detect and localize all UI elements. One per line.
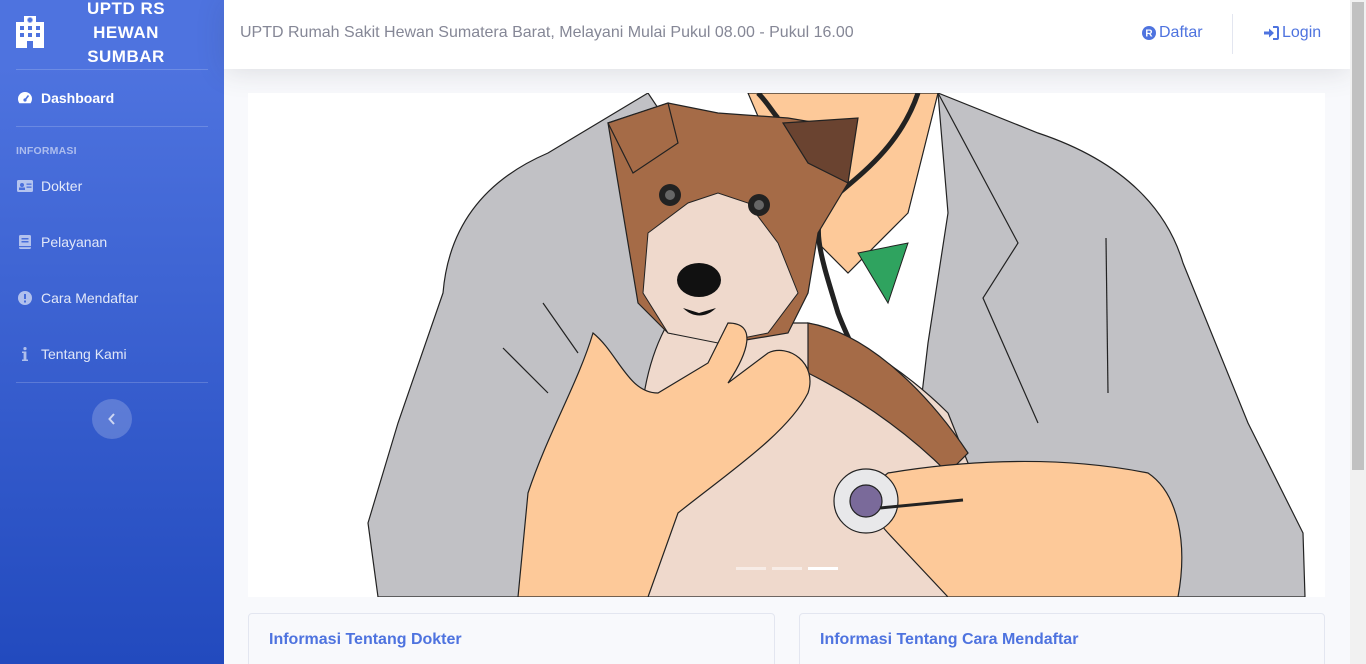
login-label: Login <box>1282 24 1322 41</box>
info-icon <box>16 346 33 362</box>
hero-carousel[interactable] <box>248 93 1325 597</box>
card-cara-mendaftar: Informasi Tentang Cara Mendaftar <box>799 613 1325 664</box>
sidebar-item-tentang-kami[interactable]: Tentang Kami <box>0 334 224 374</box>
hospital-icon <box>16 16 44 48</box>
carousel-indicator-active[interactable] <box>808 567 838 570</box>
tachometer-icon <box>16 90 33 106</box>
register-label: Daftar <box>1159 24 1203 41</box>
topbar-divider <box>1232 14 1233 54</box>
topbar: UPTD Rumah Sakit Hewan Sumatera Barat, M… <box>224 0 1350 69</box>
registered-icon: R <box>1142 26 1156 40</box>
id-card-icon <box>16 178 33 194</box>
sidebar: UPTD RS HEWAN SUMBAR Dashboard INFORMASI… <box>0 0 224 664</box>
sidebar-toggle-button[interactable] <box>92 399 132 439</box>
sidebar-divider <box>16 382 208 383</box>
sidebar-item-label: Dashboard <box>41 90 115 106</box>
login-link[interactable]: Login <box>1263 24 1321 42</box>
sidebar-item-label: Pelayanan <box>41 234 108 250</box>
carousel-indicators <box>736 567 838 570</box>
sidebar-divider <box>16 69 208 70</box>
chevron-left-icon <box>108 413 115 425</box>
carousel-indicator[interactable] <box>736 567 766 570</box>
vet-dog-illustration <box>367 93 1306 597</box>
sidebar-item-cara-mendaftar[interactable]: Cara Mendaftar <box>0 278 224 318</box>
sidebar-heading: INFORMASI <box>16 145 77 157</box>
brand-text: UPTD RS HEWAN SUMBAR <box>86 0 166 66</box>
carousel-indicator[interactable] <box>772 567 802 570</box>
card-dokter: Informasi Tentang Dokter <box>248 613 775 664</box>
sidebar-brand[interactable]: UPTD RS HEWAN SUMBAR <box>0 0 224 69</box>
sidebar-divider <box>16 126 208 127</box>
sidebar-item-label: Dokter <box>41 178 83 194</box>
sidebar-item-dashboard[interactable]: Dashboard <box>0 78 224 118</box>
sign-in-icon <box>1263 26 1279 40</box>
sidebar-item-pelayanan[interactable]: Pelayanan <box>0 222 224 262</box>
svg-text:R: R <box>1145 29 1153 40</box>
page-scrollbar[interactable] <box>1350 0 1366 664</box>
page-title: UPTD Rumah Sakit Hewan Sumatera Barat, M… <box>240 24 854 41</box>
card-title: Informasi Tentang Dokter <box>269 631 462 648</box>
sidebar-item-dokter[interactable]: Dokter <box>0 166 224 206</box>
sidebar-item-label: Tentang Kami <box>41 346 127 362</box>
scrollbar-thumb[interactable] <box>1352 2 1364 470</box>
card-title: Informasi Tentang Cara Mendaftar <box>820 631 1079 648</box>
book-icon <box>16 234 33 250</box>
sidebar-item-label: Cara Mendaftar <box>41 290 139 306</box>
register-link[interactable]: R Daftar <box>1142 24 1203 42</box>
exclamation-circle-icon <box>16 290 33 306</box>
